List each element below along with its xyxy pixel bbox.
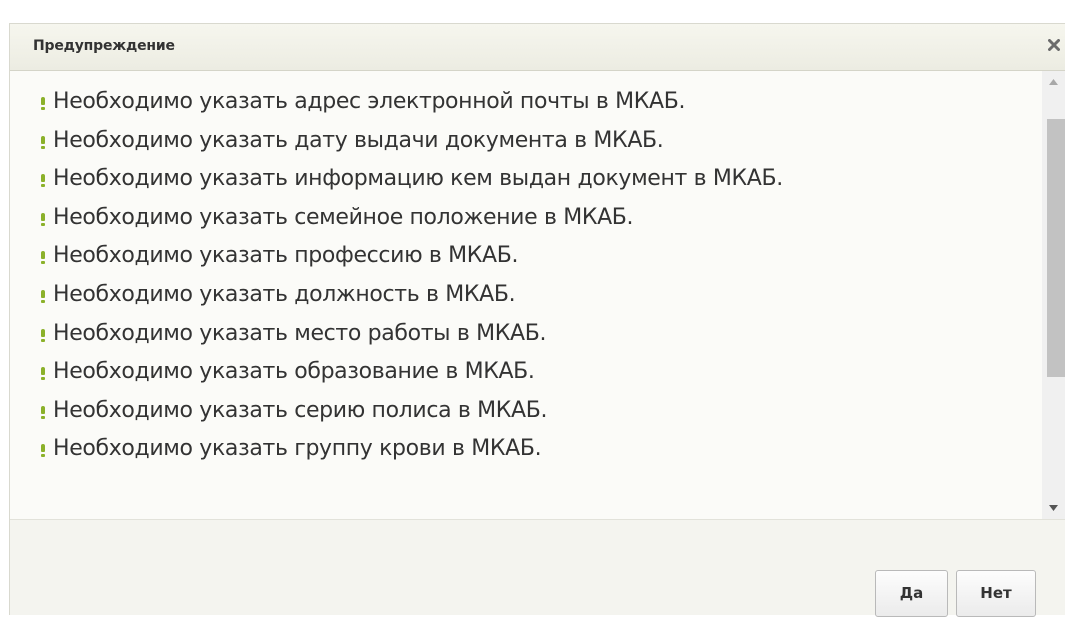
message-text: Необходимо указать адрес электронной поч… [53, 89, 686, 114]
list-item: Необходимо указать адрес электронной поч… [35, 83, 1035, 122]
message-text: Необходимо указать образование в МКАБ. [53, 359, 535, 385]
message-list: Необходимо указать адрес электронной поч… [35, 83, 1035, 469]
warning-icon [41, 328, 45, 342]
message-text: Необходимо указать дату выдачи документа… [53, 127, 664, 153]
list-item: Необходимо указать группу крови в МКАБ. [35, 430, 1035, 469]
message-text: Необходимо указать семейное положение в … [53, 204, 634, 230]
dialog-title: Предупреждение [33, 38, 175, 54]
yes-button[interactable]: Да [875, 570, 948, 617]
scroll-up-button[interactable] [1042, 71, 1065, 93]
warning-icon [41, 97, 45, 110]
list-item: Необходимо указать информацию кем выдан … [35, 160, 1035, 199]
message-text: Необходимо указать группу крови в МКАБ. [53, 436, 542, 462]
warning-dialog: Предупреждение Необходимо указать адрес … [9, 23, 1065, 617]
list-item: Необходимо указать семейное положение в … [35, 199, 1035, 238]
message-text: Необходимо указать место работы в МКАБ. [53, 320, 547, 346]
dialog-titlebar[interactable]: Предупреждение [10, 24, 1065, 71]
warning-icon [41, 135, 45, 149]
warning-icon [41, 444, 45, 458]
list-item: Необходимо указать дату выдачи документа… [35, 122, 1035, 161]
warning-icon [41, 251, 45, 265]
arrow-down-icon [1049, 505, 1058, 511]
list-item: Необходимо указать место работы в МКАБ. [35, 315, 1035, 354]
warning-icon [41, 405, 45, 419]
warning-icon [41, 289, 45, 303]
dialog-content: Необходимо указать адрес электронной поч… [10, 71, 1065, 520]
warning-icon [41, 174, 45, 188]
close-icon [1048, 39, 1060, 51]
list-item: Необходимо указать образование в МКАБ. [35, 353, 1035, 392]
dialog-footer: Да Нет [10, 520, 1065, 617]
vertical-scrollbar[interactable] [1042, 71, 1065, 519]
list-item: Необходимо указать серию полиса в МКАБ. [35, 392, 1035, 431]
message-text: Необходимо указать профессию в МКАБ. [53, 243, 519, 269]
arrow-up-icon [1049, 79, 1058, 85]
message-text: Необходимо указать серию полиса в МКАБ. [53, 397, 548, 423]
warning-icon [41, 367, 45, 381]
message-text: Необходимо указать информацию кем выдан … [53, 166, 783, 192]
list-item: Необходимо указать профессию в МКАБ. [35, 237, 1035, 276]
scrollbar-thumb[interactable] [1047, 119, 1065, 377]
close-button[interactable] [1043, 32, 1065, 58]
no-button[interactable]: Нет [956, 570, 1036, 617]
message-text: Необходимо указать должность в МКАБ. [53, 281, 516, 307]
scroll-down-button[interactable] [1042, 497, 1065, 519]
warning-icon [41, 212, 45, 226]
list-item: Необходимо указать должность в МКАБ. [35, 276, 1035, 315]
